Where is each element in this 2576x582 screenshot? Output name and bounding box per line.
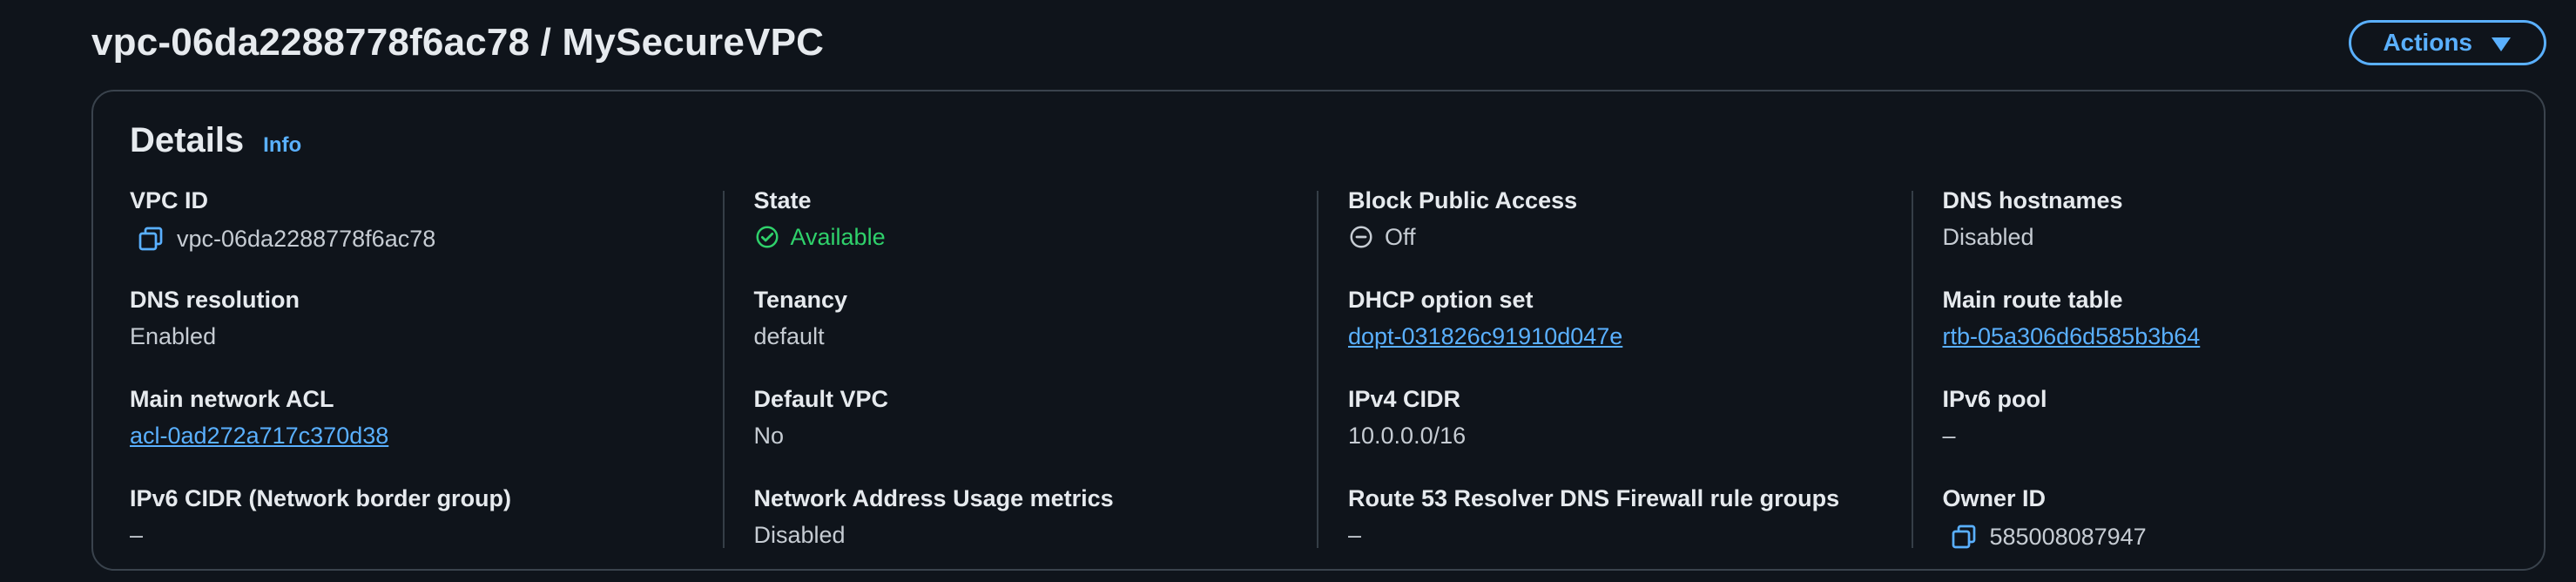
field-value: No: [753, 423, 785, 450]
vpc-details-page: vpc-06da2288778f6ac78 / MySecureVPC Acti…: [0, 0, 2576, 582]
field-value: Enabled: [130, 323, 217, 350]
block-public-access-value: Off: [1348, 223, 1892, 251]
field-block-public-access: Block Public Access Off: [1348, 187, 1892, 285]
field-value: Disabled: [753, 522, 846, 549]
field-value: –: [130, 522, 144, 549]
field-label: Default VPC: [753, 386, 889, 412]
field-vpc-id: VPC ID vpc-06da2288778f6ac78: [130, 187, 704, 285]
details-column-1: VPC ID vpc-06da2288778f6ac78 DNS resolut…: [130, 186, 725, 582]
field-state: State Available: [754, 187, 1298, 285]
field-value: Disabled: [1942, 224, 2034, 251]
details-header: Details Info: [130, 123, 301, 158]
field-label: DNS hostnames: [1942, 187, 2123, 213]
vpc-id-value: vpc-06da2288778f6ac78: [177, 225, 436, 252]
field-owner-id: Owner ID 585008087947: [1943, 485, 2487, 582]
minus-circle-icon: [1348, 224, 1374, 250]
details-column-2: State Available Tenancy default Default …: [725, 186, 1319, 582]
main-route-table-link[interactable]: rtb-05a306d6d585b3b64: [1943, 322, 2487, 350]
caret-down-icon: [2492, 37, 2511, 51]
dhcp-option-set-link[interactable]: dopt-031826c91910d047e: [1348, 322, 1892, 350]
main-network-acl-link[interactable]: acl-0ad272a717c370d38: [130, 422, 704, 450]
field-value: vpc-06da2288778f6ac78: [130, 223, 704, 254]
field-dns-hostnames: DNS hostnames Disabled: [1943, 187, 2487, 285]
field-value: 585008087947: [1943, 521, 2487, 552]
field-value: 10.0.0.0/16: [1348, 423, 1467, 450]
field-label: IPv6 CIDR (Network border group): [130, 485, 512, 511]
field-dhcp-option-set: DHCP option set dopt-031826c91910d047e: [1348, 287, 1892, 384]
field-main-route-table: Main route table rtb-05a306d6d585b3b64: [1943, 287, 2487, 384]
check-circle-icon: [754, 224, 780, 250]
field-label: VPC ID: [130, 187, 209, 213]
field-main-network-acl: Main network ACL acl-0ad272a717c370d38: [130, 386, 704, 484]
details-title: Details: [130, 121, 245, 159]
details-grid: VPC ID vpc-06da2288778f6ac78 DNS resolut…: [130, 186, 2507, 552]
field-label: Block Public Access: [1348, 187, 1578, 213]
page-title: vpc-06da2288778f6ac78 / MySecureVPC: [91, 21, 825, 64]
field-value: default: [753, 323, 825, 350]
field-label: State: [753, 187, 812, 213]
field-label: Network Address Usage metrics: [753, 485, 1114, 511]
field-value: –: [1348, 522, 1362, 549]
block-public-access-text: Off: [1385, 224, 1416, 251]
field-default-vpc: Default VPC No: [754, 386, 1298, 484]
actions-button-label: Actions: [2383, 29, 2472, 56]
field-value: –: [1942, 423, 1956, 450]
field-ipv6-pool: IPv6 pool –: [1943, 386, 2487, 484]
details-column-4: DNS hostnames Disabled Main route table …: [1913, 186, 2508, 582]
details-card: Details Info VPC ID vpc-06da2288778f6ac7…: [91, 90, 2546, 571]
field-label: Main route table: [1942, 287, 2123, 313]
info-link[interactable]: Info: [263, 135, 301, 156]
state-value: Available: [754, 223, 1298, 251]
field-label: DHCP option set: [1348, 287, 1534, 313]
copy-icon[interactable]: [1948, 521, 1979, 552]
field-nau-metrics: Network Address Usage metrics Disabled: [754, 485, 1298, 582]
field-label: Owner ID: [1942, 485, 2047, 511]
owner-id-value: 585008087947: [1989, 523, 2147, 550]
actions-button[interactable]: Actions: [2349, 20, 2546, 65]
field-label: IPv6 pool: [1942, 386, 2047, 412]
field-label: Route 53 Resolver DNS Firewall rule grou…: [1348, 485, 1840, 511]
field-label: Main network ACL: [130, 386, 334, 412]
field-ipv6-cidr: IPv6 CIDR (Network border group) –: [130, 485, 704, 582]
field-label: DNS resolution: [130, 287, 300, 313]
field-tenancy: Tenancy default: [754, 287, 1298, 384]
copy-icon[interactable]: [135, 223, 166, 254]
field-dns-resolution: DNS resolution Enabled: [130, 287, 704, 384]
field-ipv4-cidr: IPv4 CIDR 10.0.0.0/16: [1348, 386, 1892, 484]
field-route53-resolver: Route 53 Resolver DNS Firewall rule grou…: [1348, 485, 1892, 582]
state-text: Available: [790, 224, 886, 251]
field-label: Tenancy: [753, 287, 848, 313]
top-bar: vpc-06da2288778f6ac78 / MySecureVPC Acti…: [91, 17, 2546, 68]
details-column-3: Block Public Access Off DHCP option set: [1318, 186, 1913, 582]
field-label: IPv4 CIDR: [1348, 386, 1461, 412]
